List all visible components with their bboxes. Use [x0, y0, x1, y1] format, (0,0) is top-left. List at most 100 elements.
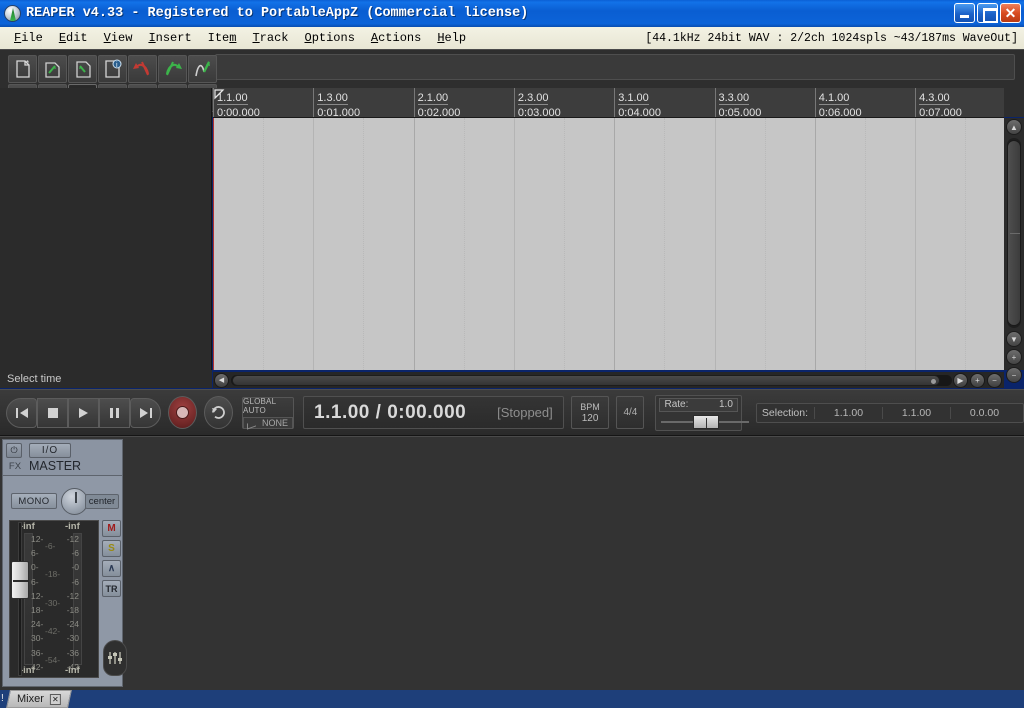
- horizontal-zoom-out-button[interactable]: −: [987, 372, 1002, 388]
- tempo-box[interactable]: BPM 120: [570, 396, 610, 429]
- meter-scale-label-left: 12-: [31, 534, 44, 544]
- ruler-tick: 1.3.00 0:01.000: [313, 88, 360, 117]
- record-button[interactable]: [168, 396, 198, 429]
- routing-button[interactable]: TR: [102, 580, 121, 597]
- selection-length[interactable]: 0.0.00: [950, 406, 1018, 419]
- menu-options-rest: ptions: [311, 31, 355, 45]
- go-to-start-button[interactable]: [6, 397, 37, 428]
- vertical-scroll-track[interactable]: [1007, 138, 1021, 328]
- menu-file[interactable]: File: [6, 29, 51, 47]
- menu-track[interactable]: Track: [244, 29, 296, 47]
- arrange-gridline: [413, 118, 415, 370]
- menu-insert-rest: nsert: [155, 31, 192, 45]
- menu-actions[interactable]: Actions: [363, 29, 429, 47]
- record-dot-icon: [176, 406, 189, 419]
- mute-button[interactable]: M: [102, 520, 121, 537]
- transport-state: [Stopped]: [497, 405, 553, 420]
- vertical-scrollbar[interactable]: ▲ ▼ + −: [1004, 118, 1024, 383]
- selection-display[interactable]: Selection: 1.1.00 1.1.00 0.0.00: [755, 402, 1024, 423]
- save-project-icon[interactable]: [68, 55, 97, 83]
- arrange-gridline-sub: [263, 118, 265, 370]
- minimize-button[interactable]: [954, 3, 975, 23]
- fx-button[interactable]: FX: [6, 459, 24, 473]
- meter-scale-label-right: -12: [66, 590, 79, 601]
- global-automation-mode[interactable]: GLOBAL AUTO NONE: [242, 396, 295, 429]
- arrange-view[interactable]: [213, 118, 1004, 370]
- playrate-slider[interactable]: [659, 414, 750, 429]
- status-bar: Select time: [0, 370, 212, 388]
- ruler-tick: 3.1.00 0:04.000: [614, 88, 661, 117]
- horizontal-scrollbar[interactable]: ◀ ▶ + −: [213, 372, 1004, 388]
- ruler-tick-bars: 2.3.00: [517, 92, 549, 105]
- meter-scale-label-left: 24-: [31, 619, 44, 630]
- repeat-button[interactable]: [204, 396, 234, 429]
- undo-icon[interactable]: [128, 55, 157, 83]
- solo-button[interactable]: S: [102, 540, 121, 557]
- menu-insert[interactable]: Insert: [140, 29, 199, 47]
- timeline-ruler[interactable]: 1.1.00 0:00.000 1.3.00 0:01.000 2.1.00 0:02.0…: [213, 88, 1004, 118]
- position-display[interactable]: 1.1.00 / 0:00.000 [Stopped]: [303, 396, 564, 429]
- horizontal-scroll-thumb[interactable]: [232, 374, 940, 386]
- menu-item-pre: Ite: [207, 31, 230, 45]
- fader-handle[interactable]: [11, 561, 29, 599]
- track-control-panel[interactable]: [0, 88, 212, 370]
- meter-scale-label-right: -6: [71, 576, 79, 587]
- edit-cursor-arrow-icon: [214, 89, 225, 100]
- tab-mixer-label: Mixer: [17, 693, 44, 705]
- master-fx-chain-icon[interactable]: [103, 640, 127, 676]
- pause-button[interactable]: [99, 397, 130, 428]
- menu-view[interactable]: View: [96, 29, 141, 47]
- master-channel-strip[interactable]: ⏻ FX I/O MASTER MONO center -inf -inf 12…: [2, 439, 127, 687]
- menu-item[interactable]: Item: [200, 29, 245, 47]
- menu-edit[interactable]: Edit: [51, 29, 96, 47]
- maximize-button[interactable]: [977, 3, 998, 23]
- screenset-tabbar: ! Mixer ✕: [0, 690, 1024, 708]
- envelope-button[interactable]: ∧: [102, 560, 121, 577]
- mono-button[interactable]: MONO: [11, 493, 57, 509]
- selection-end[interactable]: 1.1.00: [882, 406, 950, 419]
- horizontal-zoom-in-button[interactable]: +: [970, 372, 985, 388]
- scroll-right-button[interactable]: ▶: [953, 372, 968, 388]
- meter-scale: 12- 6- 0- 6- 12- 18- 24- 30- 36- 42- -12 -6 -0 -6 -12-…: [31, 521, 79, 677]
- playrate-control[interactable]: Rate: 1.0: [655, 394, 750, 431]
- redo-icon[interactable]: [158, 55, 187, 83]
- scroll-left-button[interactable]: ◀: [214, 372, 229, 388]
- menu-help[interactable]: Help: [429, 29, 474, 47]
- vertical-zoom-in-button[interactable]: +: [1006, 349, 1022, 365]
- master-volume-fader[interactable]: [11, 520, 29, 678]
- toolbar-empty-strip: [215, 54, 1015, 80]
- tab-close-icon[interactable]: ✕: [49, 693, 61, 705]
- meter-scale-label-right: -12: [66, 534, 79, 544]
- tab-mixer[interactable]: Mixer ✕: [6, 690, 72, 708]
- ruler-tick-time: 0:03.000: [518, 107, 561, 117]
- pan-value[interactable]: center: [85, 494, 119, 509]
- envelope-icon[interactable]: [188, 55, 217, 83]
- play-button[interactable]: [68, 397, 99, 428]
- ruler-tick-time: 0:07.000: [919, 107, 962, 117]
- menu-options[interactable]: Options: [296, 29, 362, 47]
- ruler-tick-bars: 3.1.00: [618, 92, 649, 105]
- meter-scale-label-left: 36-: [31, 647, 44, 658]
- horizontal-scroll-track[interactable]: [231, 374, 952, 386]
- global-auto-value[interactable]: NONE: [243, 416, 294, 429]
- global-auto-label: GLOBAL AUTO: [243, 396, 276, 415]
- open-project-icon[interactable]: [38, 55, 67, 83]
- vertical-scroll-thumb[interactable]: [1007, 140, 1021, 326]
- time-signature-box[interactable]: 4/4: [616, 396, 645, 429]
- stop-button[interactable]: [37, 397, 68, 428]
- new-project-icon[interactable]: *: [8, 55, 37, 83]
- power-icon[interactable]: ⏻: [6, 443, 22, 458]
- scroll-up-button[interactable]: ▲: [1006, 119, 1022, 135]
- ruler-tick-time: 0:02.000: [418, 107, 461, 117]
- horizontal-zoom-buttons: ▶ + −: [953, 372, 1004, 388]
- vertical-zoom-out-button[interactable]: −: [1006, 367, 1022, 383]
- selection-start[interactable]: 1.1.00: [814, 406, 882, 419]
- scroll-down-button[interactable]: ▼: [1006, 331, 1022, 347]
- io-button[interactable]: I/O: [29, 443, 71, 458]
- close-button[interactable]: ✕: [1000, 3, 1021, 23]
- go-to-end-button[interactable]: [130, 397, 161, 428]
- ruler-tick-bars: 3.3.00: [718, 92, 750, 105]
- pan-knob[interactable]: [61, 488, 88, 515]
- playrate-slider-handle[interactable]: [693, 414, 720, 429]
- project-settings-icon[interactable]: i: [98, 55, 127, 83]
